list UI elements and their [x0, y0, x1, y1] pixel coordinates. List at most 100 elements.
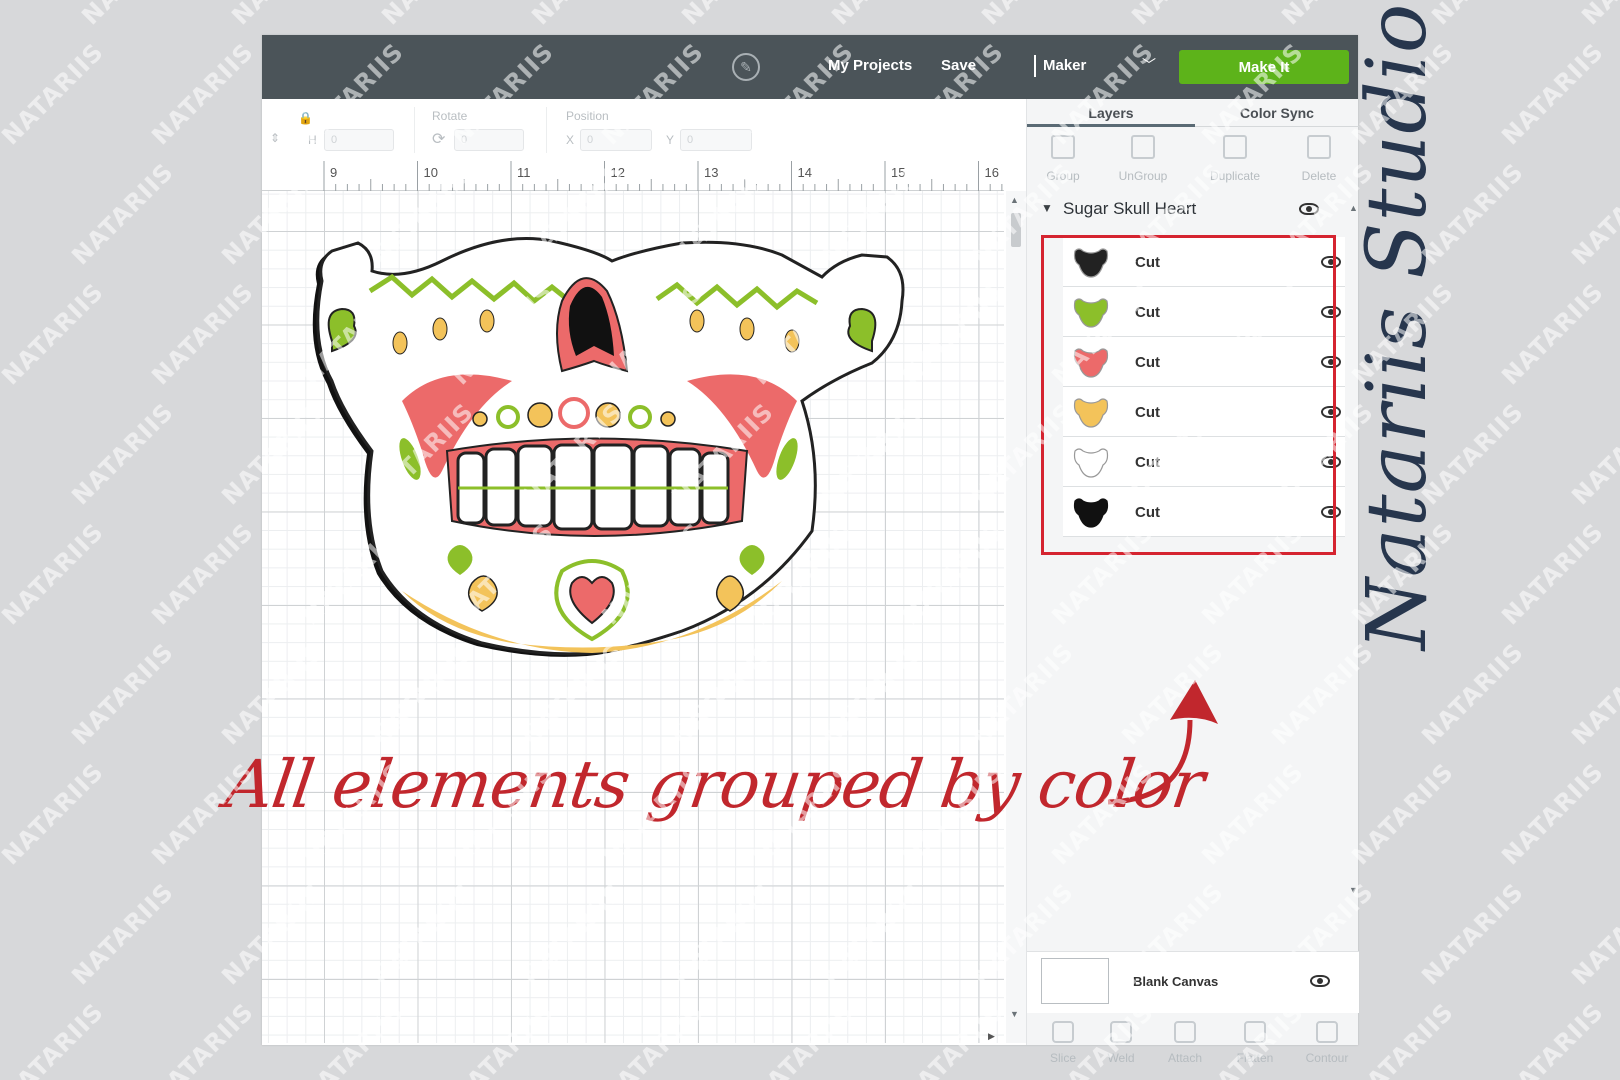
- ruler-tick-label: 10: [424, 165, 438, 180]
- watermark-text: NATARIIS: [1496, 37, 1609, 151]
- scroll-right-icon[interactable]: ▶: [988, 1031, 995, 1042]
- watermark-text: NATARIIS: [1346, 997, 1459, 1080]
- ruler-ticks: 9 10 11 12 13 14 15 16: [323, 161, 1003, 191]
- collapse-triangle-icon[interactable]: ▼: [1041, 201, 1053, 215]
- watermark-text: NATARIIS: [1416, 637, 1529, 751]
- rotate-icon: ⟳: [432, 131, 446, 148]
- ruler-tick-label: 9: [330, 165, 337, 180]
- edit-bar: 🔒 ⇕ H 0 Rotate ⟳ 0 Position X 0 Y 0: [262, 99, 1024, 161]
- watermark-text: NATARIIS: [76, 0, 189, 30]
- watermark-text: NATARIIS: [1566, 637, 1620, 751]
- cricut-logo-icon: ✎: [732, 53, 760, 81]
- rotate-label: Rotate: [432, 109, 468, 123]
- delete-tool[interactable]: Delete: [1279, 133, 1359, 183]
- tab-color-sync[interactable]: Color Sync: [1195, 99, 1359, 127]
- delete-tool-label: Delete: [1301, 169, 1337, 183]
- slice-tool[interactable]: Slice: [1031, 1021, 1095, 1065]
- blank-canvas-row[interactable]: Blank Canvas: [1027, 951, 1359, 1013]
- scroll-thumb[interactable]: [1011, 213, 1021, 247]
- duplicate-icon: [1223, 135, 1247, 159]
- sugar-skull-heart-design[interactable]: [262, 191, 1004, 1043]
- watermark-text: NATARIIS: [1566, 397, 1620, 511]
- flatten-icon: [1244, 1021, 1266, 1043]
- duplicate-tool-label: Duplicate: [1209, 169, 1261, 183]
- weld-tool[interactable]: Weld: [1089, 1021, 1153, 1065]
- ungroup-tool-label: UnGroup: [1118, 169, 1168, 183]
- height-label: H: [308, 133, 317, 147]
- watermark-text: NATARIIS: [1576, 0, 1620, 30]
- x-position-field[interactable]: 0: [580, 129, 652, 151]
- trash-icon: [1307, 135, 1331, 159]
- scroll-down-icon[interactable]: ▼: [1349, 885, 1358, 895]
- layer-group-row[interactable]: ▼ Sugar Skull Heart: [1027, 189, 1345, 227]
- attach-tool[interactable]: Attach: [1153, 1021, 1217, 1065]
- watermark-text: NATARIIS: [146, 517, 259, 631]
- watermark-text: NATARIIS: [66, 637, 179, 751]
- topbar-divider: [1034, 55, 1036, 77]
- watermark-text: NATARIIS: [1496, 277, 1609, 391]
- group-tool-label: Group: [1046, 169, 1080, 183]
- ruler-tick-label: 13: [704, 165, 718, 180]
- y-label: Y: [666, 133, 675, 147]
- ruler-tick-label: 11: [517, 165, 531, 180]
- watermark-text: NATARIIS: [826, 0, 939, 30]
- layers-highlight-box: [1041, 235, 1336, 555]
- watermark-text: NATARIIS: [146, 277, 259, 391]
- watermark-text: NATARIIS: [676, 0, 789, 30]
- watermark-text: NATARIIS: [976, 0, 1089, 30]
- y-position-field[interactable]: 0: [680, 129, 752, 151]
- machine-select[interactable]: Maker: [1043, 57, 1086, 74]
- horizontal-ruler: 9 10 11 12 13 14 15 16: [262, 161, 1004, 191]
- watermark-text: NATARIIS: [1416, 877, 1529, 991]
- my-projects-link[interactable]: My Projects: [828, 57, 912, 74]
- size-stepper-icon[interactable]: ⇕: [270, 131, 280, 145]
- bottom-toolbar: Slice Weld Attach Flatten Contour: [1027, 1013, 1359, 1075]
- eye-off-icon[interactable]: [1310, 975, 1330, 987]
- watermark-text: NATARIIS: [0, 997, 109, 1080]
- eye-icon[interactable]: [1299, 203, 1319, 215]
- duplicate-tool[interactable]: Duplicate: [1195, 133, 1275, 183]
- x-label: X: [566, 133, 575, 147]
- design-canvas[interactable]: [262, 191, 1004, 1043]
- lock-icon[interactable]: 🔒: [298, 111, 313, 125]
- ruler-tick-label: 15: [891, 165, 905, 180]
- watermark-text: NATARIIS: [0, 37, 109, 151]
- make-it-button[interactable]: Make It: [1179, 50, 1349, 84]
- ungroup-tool[interactable]: UnGroup: [1103, 133, 1183, 183]
- layer-group-name: Sugar Skull Heart: [1063, 199, 1197, 218]
- contour-label: Contour: [1305, 1051, 1349, 1065]
- brand-signature: Natariis Studio: [1350, 2, 1445, 650]
- group-tool[interactable]: Group: [1023, 133, 1103, 183]
- contour-tool[interactable]: Contour: [1295, 1021, 1359, 1065]
- slice-label: Slice: [1049, 1051, 1076, 1065]
- chevron-down-icon[interactable]: ﹀: [1142, 55, 1156, 75]
- canvas-swatch[interactable]: [1041, 958, 1109, 1004]
- watermark-text: NATARIIS: [226, 0, 339, 30]
- attach-label: Attach: [1167, 1051, 1203, 1065]
- watermark-text: NATARIIS: [526, 0, 639, 30]
- contour-icon: [1316, 1021, 1338, 1043]
- flatten-tool[interactable]: Flatten: [1223, 1021, 1287, 1065]
- watermark-text: NATARIIS: [1496, 997, 1609, 1080]
- slice-icon: [1052, 1021, 1074, 1043]
- tab-layers[interactable]: Layers: [1027, 99, 1195, 127]
- watermark-text: NATARIIS: [1496, 517, 1609, 631]
- height-field[interactable]: 0: [324, 129, 394, 151]
- flatten-label: Flatten: [1236, 1051, 1274, 1065]
- annotation-caption: All elements grouped by color: [220, 746, 1209, 823]
- divider: [546, 107, 547, 153]
- watermark-text: NATARIIS: [146, 997, 259, 1080]
- scroll-down-icon[interactable]: ▼: [1010, 1009, 1019, 1019]
- divider: [414, 107, 415, 153]
- weld-icon: [1110, 1021, 1132, 1043]
- scroll-up-icon[interactable]: ▲: [1010, 195, 1019, 205]
- rotate-field[interactable]: 0: [454, 129, 524, 151]
- watermark-text: NATARIIS: [66, 157, 179, 271]
- watermark-text: NATARIIS: [0, 0, 39, 30]
- ungroup-icon: [1131, 135, 1155, 159]
- vertical-scrollbar[interactable]: ▲ ▼: [1006, 191, 1026, 1043]
- watermark-text: NATARIIS: [376, 0, 489, 30]
- top-bar: ✎ My Projects Save Maker ﹀ Make It: [262, 35, 1358, 99]
- save-button[interactable]: Save: [941, 57, 976, 74]
- watermark-text: NATARIIS: [66, 877, 179, 991]
